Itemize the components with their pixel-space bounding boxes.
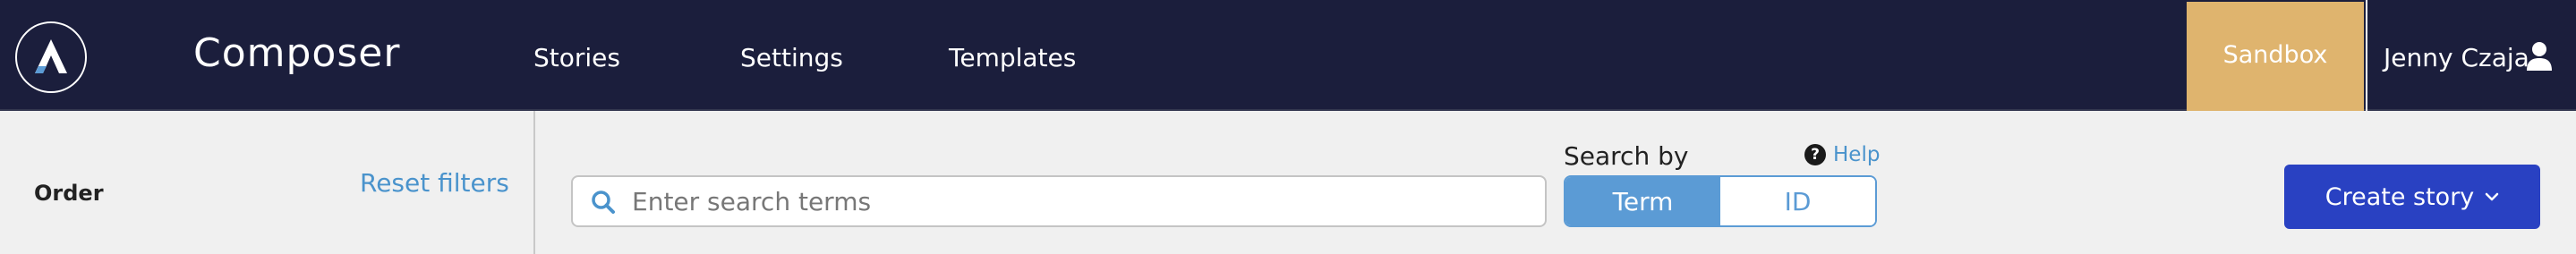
- nav-settings[interactable]: Settings: [740, 43, 843, 72]
- help-icon: ?: [1804, 144, 1826, 165]
- search-mode-id[interactable]: ID: [1720, 177, 1875, 225]
- search-mode-term[interactable]: Term: [1565, 177, 1720, 225]
- nav-templates[interactable]: Templates: [949, 43, 1076, 72]
- chevron-down-icon: [2485, 191, 2499, 202]
- search-mode-toggle: Term ID: [1564, 175, 1877, 227]
- search-icon: [591, 190, 616, 218]
- help-link[interactable]: ? Help: [1804, 143, 1880, 166]
- filter-sidebar: Order Reset filters: [0, 111, 535, 254]
- help-label: Help: [1833, 143, 1881, 166]
- nav-stories[interactable]: Stories: [533, 43, 620, 72]
- app-title: Composer: [193, 30, 401, 76]
- create-story-label: Create story: [2324, 182, 2475, 211]
- user-icon[interactable]: [2526, 41, 2553, 75]
- user-name[interactable]: Jenny Czaja: [2384, 43, 2529, 72]
- create-story-button[interactable]: Create story: [2284, 165, 2540, 229]
- header-divider: [2366, 0, 2367, 111]
- reset-filters-link[interactable]: Reset filters: [360, 168, 509, 198]
- composer-logo-icon[interactable]: [15, 21, 87, 93]
- search-input[interactable]: [632, 177, 1536, 225]
- environment-badge: Sandbox: [2187, 2, 2364, 111]
- search-box[interactable]: [571, 175, 1547, 227]
- order-label: Order: [34, 181, 104, 206]
- search-by-label: Search by: [1564, 141, 1689, 171]
- top-navigation-bar: Composer Stories Settings Templates Sand…: [0, 0, 2576, 111]
